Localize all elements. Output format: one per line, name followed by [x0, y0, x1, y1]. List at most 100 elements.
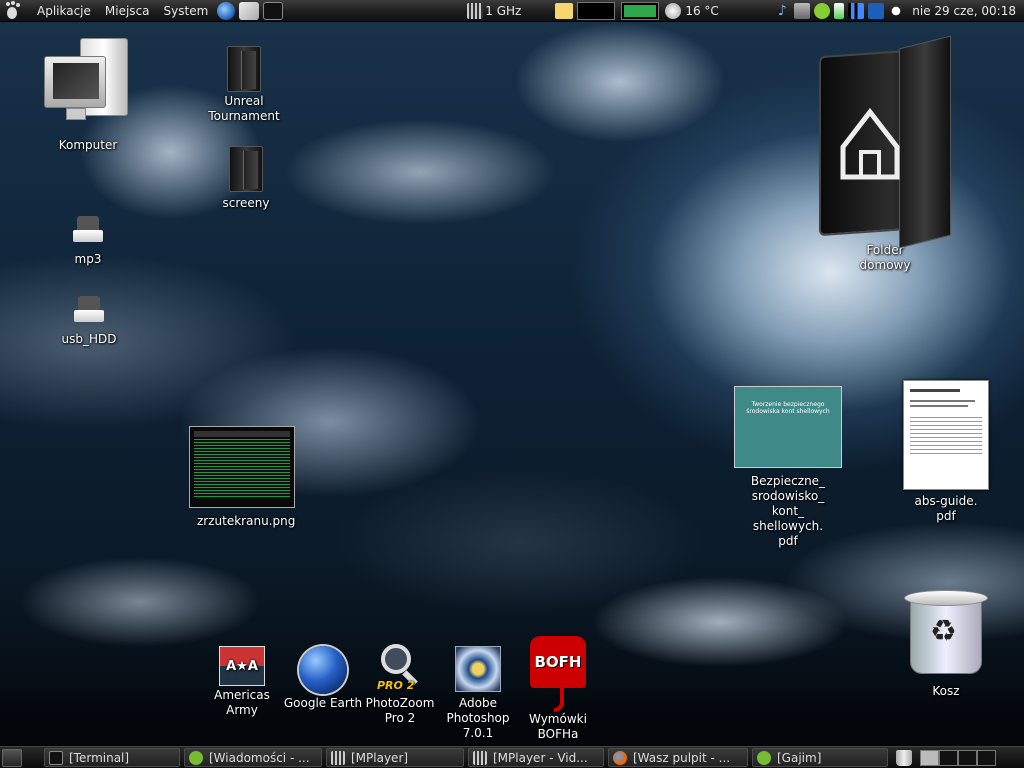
- gnome-foot-icon[interactable]: [4, 0, 24, 21]
- workspace-2[interactable]: [939, 749, 958, 766]
- pdf-thumbnail: [903, 380, 989, 490]
- film-icon: [331, 750, 345, 765]
- aa-logo-text: A★A: [226, 658, 258, 674]
- globe-icon: [299, 646, 347, 694]
- desktop-icon-google-earth[interactable]: Google Earth: [280, 646, 366, 711]
- show-desktop-button[interactable]: [2, 748, 22, 767]
- taskbar-item-label: [Wasz pulpit - ...: [633, 750, 731, 765]
- desktop-icon-photoshop[interactable]: Adobe Photoshop 7.0.1: [440, 646, 516, 741]
- desktop-icon-photozoom[interactable]: PRO 2 PhotoZoom Pro 2: [362, 644, 438, 726]
- drive-icon: [71, 212, 105, 246]
- desktop-icon-screeny[interactable]: screeny: [214, 146, 278, 211]
- temperature-label: 16 °C: [685, 3, 719, 18]
- weather-icon[interactable]: [665, 2, 682, 19]
- folder-icon: [227, 46, 261, 92]
- desktop-icon-pdf-abs-guide[interactable]: abs-guide. pdf: [896, 380, 996, 524]
- gajim-icon: [757, 750, 771, 765]
- magnifier-icon: PRO 2: [375, 644, 425, 694]
- terminal-icon: [49, 750, 63, 765]
- desktop-icon-unreal[interactable]: Unreal Tournament: [204, 46, 284, 124]
- desktop-icon-label: mp3: [74, 252, 102, 266]
- desktop-icon-computer[interactable]: Komputer: [40, 36, 136, 153]
- taskbar-item-terminal[interactable]: [Terminal]: [44, 748, 180, 767]
- desktop-icon-mp3[interactable]: mp3: [64, 212, 112, 267]
- workspace-4[interactable]: [977, 749, 996, 766]
- cpu-graph[interactable]: [577, 1, 616, 20]
- clock[interactable]: nie 29 cze, 00:18: [906, 4, 1024, 18]
- menu-system[interactable]: System: [157, 0, 216, 21]
- desktop-icon-label: Google Earth: [283, 696, 363, 710]
- taskbar-item-firefox[interactable]: [Wasz pulpit - ...: [608, 748, 748, 767]
- download-icon[interactable]: [794, 2, 811, 19]
- desktop-icon-label: screeny: [222, 196, 270, 210]
- music-icon[interactable]: ♪: [774, 3, 790, 19]
- desktop-icon-label: Unreal Tournament: [208, 94, 280, 123]
- menu-applications[interactable]: Aplikacje: [30, 0, 98, 21]
- computer-icon: [40, 36, 136, 130]
- taskbar-item-label: [MPlayer]: [351, 750, 409, 765]
- cursor-icon[interactable]: [868, 2, 885, 19]
- film-icon: [473, 750, 487, 765]
- image-thumbnail: [189, 426, 295, 508]
- taskbar-item-label: [Wiadomości - ...: [209, 750, 310, 765]
- signal-icon[interactable]: [848, 2, 865, 19]
- trash-applet-icon[interactable]: [896, 749, 912, 766]
- taskbar-item-label: [Gajim]: [777, 750, 822, 765]
- desktop-icon-label: zrzutekranu.png: [197, 514, 296, 528]
- desktop-icon-screenshot-file[interactable]: zrzutekranu.png: [186, 426, 298, 529]
- workspace-switcher[interactable]: [920, 749, 996, 766]
- home-folder-icon: [815, 35, 955, 249]
- taskbar-item-mplayer[interactable]: [MPlayer]: [326, 748, 464, 767]
- notes-icon[interactable]: [555, 2, 574, 19]
- desktop-icon-label: usb_HDD: [61, 332, 117, 346]
- desktop-icon-label: Bezpieczne_ srodowisko_ kont_ shellowych…: [750, 474, 826, 548]
- updates-icon[interactable]: [814, 2, 831, 19]
- desktop-icon-label: Kosz: [932, 684, 960, 698]
- top-panel: Aplikacje Miejsca System 1 GHz 16 °C ♪ n…: [0, 0, 1024, 22]
- desktop-icon-label: Folder domowy: [859, 243, 911, 272]
- desktop-icon-label: Komputer: [58, 138, 118, 152]
- pdf-thumb-line: Tworzenie bezpiecznego: [751, 401, 825, 408]
- desktop-icon-label: Americas Army: [214, 688, 270, 717]
- brightness-icon[interactable]: [888, 2, 905, 19]
- desktop-icon-usb-hdd[interactable]: usb_HDD: [58, 292, 120, 347]
- workspace-1[interactable]: [920, 749, 939, 766]
- cpu-freq-icon: [467, 2, 484, 19]
- photozoom-logo-text: PRO 2: [377, 679, 415, 692]
- desktop-icon-label: PhotoZoom Pro 2: [365, 696, 435, 725]
- taskbar-item-label: [MPlayer - Vid...: [493, 750, 588, 765]
- desktop-icon-label: Adobe Photoshop 7.0.1: [446, 696, 510, 740]
- taskbar-item-wiadomosci[interactable]: [Wiadomości - ...: [184, 748, 322, 767]
- desktop-icon-americas-army[interactable]: A★A Americas Army: [208, 646, 276, 718]
- bofh-devil-icon: BOFH: [530, 636, 586, 712]
- desktop-icon-label: abs-guide. pdf: [914, 494, 978, 523]
- pdf-thumb-line: środowiska kont shellowych: [746, 408, 830, 415]
- menu-places[interactable]: Miejsca: [98, 0, 157, 21]
- photoshop-eye-icon: [455, 646, 501, 692]
- recycle-icon: ♻: [930, 614, 957, 649]
- folder-icon: [229, 146, 263, 192]
- terminal-launcher-icon[interactable]: [263, 1, 284, 20]
- trash-icon: ♻: [902, 586, 990, 678]
- browser-launcher-icon[interactable]: [217, 1, 236, 20]
- battery-icon[interactable]: [834, 2, 845, 19]
- desktop-icon-pdf-bezpieczne[interactable]: Tworzenie bezpiecznego środowiska kont s…: [732, 386, 844, 549]
- chat-icon: [189, 750, 203, 765]
- desktop-icon-label: Wymówki BOFHa: [529, 712, 587, 741]
- mail-launcher-icon[interactable]: [239, 1, 260, 20]
- network-graph[interactable]: [621, 1, 660, 20]
- taskbar-item-mplayer-video[interactable]: [MPlayer - Vid...: [468, 748, 604, 767]
- bofh-logo-text: BOFH: [534, 652, 582, 671]
- desktop-icon-bofh[interactable]: BOFH Wymówki BOFHa: [520, 636, 596, 742]
- desktop-icon-home-folder[interactable]: Folder domowy: [810, 35, 960, 273]
- taskbar-item-label: [Terminal]: [69, 750, 130, 765]
- cpu-freq-label: 1 GHz: [485, 3, 522, 18]
- desktop-icon-trash[interactable]: ♻ Kosz: [900, 586, 992, 699]
- pdf-thumbnail: Tworzenie bezpiecznego środowiska kont s…: [734, 386, 842, 468]
- drive-icon: [72, 292, 106, 326]
- americas-army-icon: A★A: [219, 646, 265, 686]
- bottom-panel: [Terminal] [Wiadomości - ... [MPlayer] […: [0, 746, 1024, 768]
- workspace-3[interactable]: [958, 749, 977, 766]
- firefox-icon: [613, 750, 627, 765]
- taskbar-item-gajim[interactable]: [Gajim]: [752, 748, 888, 767]
